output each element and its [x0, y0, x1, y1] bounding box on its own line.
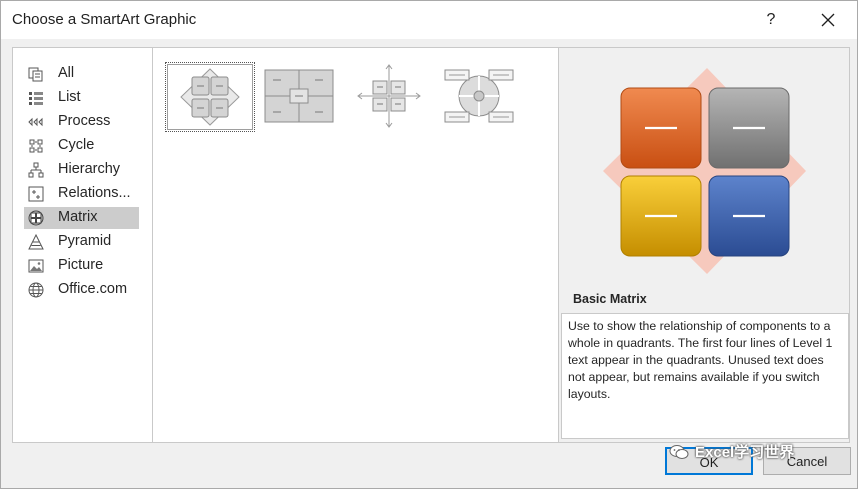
title-bar: Choose a SmartArt Graphic ?	[1, 1, 857, 39]
category-relationship[interactable]: Relations...	[24, 183, 139, 205]
category-office-com[interactable]: Office.com	[24, 279, 139, 301]
hierarchy-icon	[28, 162, 44, 178]
layout-gallery	[152, 47, 559, 443]
titled-matrix-thumbnail-icon	[264, 69, 334, 123]
category-pyramid[interactable]: Pyramid	[24, 231, 139, 253]
pyramid-icon	[28, 234, 44, 250]
category-list: All List Process Cycle Hierarchy Relatio…	[12, 47, 153, 443]
layout-grid-matrix[interactable]	[345, 62, 433, 130]
picture-icon	[28, 259, 44, 273]
category-cycle[interactable]: Cycle	[24, 135, 139, 157]
category-list-item[interactable]: List	[24, 87, 139, 109]
layout-titled-matrix[interactable]	[255, 62, 343, 130]
layout-cycle-matrix[interactable]	[435, 62, 523, 130]
category-all[interactable]: All	[24, 63, 139, 85]
category-hierarchy[interactable]: Hierarchy	[24, 159, 139, 181]
preview-title: Basic Matrix	[573, 292, 647, 306]
smartart-dialog: Choose a SmartArt Graphic ? All List Pro…	[0, 0, 858, 489]
cycle-matrix-thumbnail-icon	[444, 69, 514, 123]
preview-panel: Basic Matrix Use to show the relationshi…	[558, 47, 850, 443]
dialog-title: Choose a SmartArt Graphic	[12, 11, 197, 28]
category-matrix[interactable]: Matrix	[24, 207, 139, 229]
preview-description: Use to show the relationship of componen…	[561, 313, 849, 439]
list-icon	[29, 92, 43, 105]
close-button[interactable]	[813, 5, 843, 35]
globe-icon	[28, 282, 44, 298]
relationship-icon	[28, 186, 44, 202]
category-process[interactable]: Process	[24, 111, 139, 133]
cycle-icon	[29, 139, 43, 153]
help-button[interactable]: ?	[757, 5, 785, 35]
watermark-text: Excel学习世界	[695, 444, 795, 461]
wechat-icon	[669, 445, 689, 459]
all-icon	[28, 67, 43, 82]
basic-matrix-preview-icon	[603, 68, 806, 274]
grid-matrix-thumbnail-icon	[357, 64, 421, 128]
watermark: Excel学习世界	[669, 441, 839, 463]
close-icon	[821, 13, 835, 27]
category-picture[interactable]: Picture	[24, 255, 139, 277]
basic-matrix-thumbnail-icon	[180, 68, 240, 126]
process-icon	[28, 117, 43, 127]
layout-basic-matrix[interactable]	[165, 62, 255, 132]
matrix-icon	[28, 210, 44, 226]
